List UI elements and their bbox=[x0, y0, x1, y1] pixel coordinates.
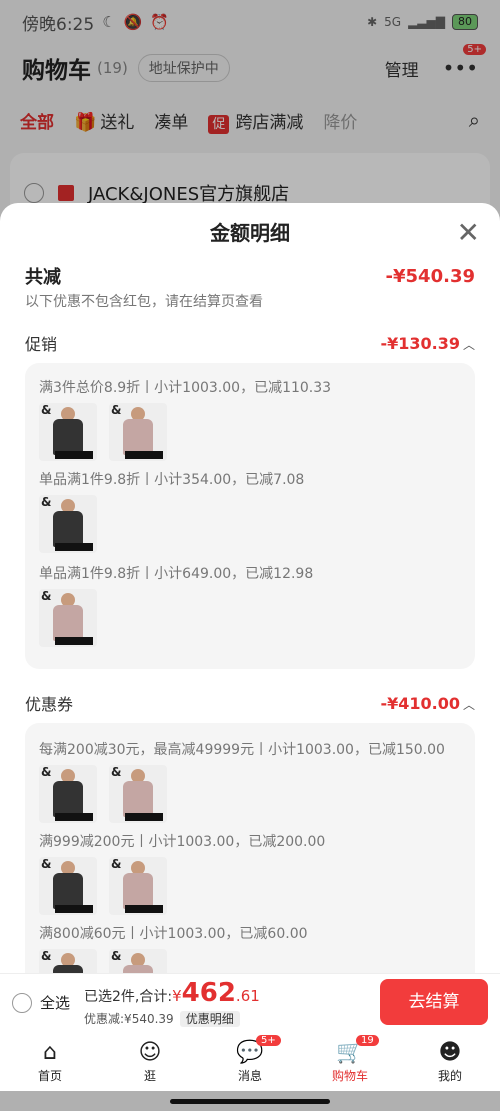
cart-icon: 🛒 bbox=[336, 1040, 364, 1065]
product-thumb-black-shirt: & bbox=[39, 495, 97, 553]
selected-count-text: 已选2件,合计: bbox=[84, 989, 173, 1005]
promo-label: 促销 bbox=[25, 335, 58, 354]
total-price-decimal: .61 bbox=[235, 987, 260, 1005]
coupon-amount: -¥410.00 bbox=[380, 693, 460, 713]
sheet-title: 金额明细 bbox=[210, 221, 290, 245]
product-thumb-pink-jacket: & bbox=[109, 857, 167, 915]
promo-line-1: 满3件总价8.9折丨小计1003.00，已减110.33 bbox=[39, 380, 332, 396]
home-indicator[interactable] bbox=[170, 1099, 330, 1104]
total-summary: 已选2件,合计:¥462.61 优惠减:¥540.39 优惠明细 bbox=[84, 978, 260, 1027]
currency-symbol: ¥ bbox=[172, 987, 182, 1005]
tab-home[interactable]: ⌂ 首页 bbox=[0, 1031, 100, 1091]
tab-browse-label: 逛 bbox=[143, 1069, 156, 1083]
total-discount-row: 共减 -¥540.39 bbox=[25, 263, 475, 289]
bottom-tab-bar: ⌂ 首页 ☺ 逛 💬 5+ 消息 🛒 19 购物车 ☻ 我的 bbox=[0, 1031, 500, 1091]
close-icon[interactable]: ✕ bbox=[457, 219, 480, 247]
coupon-label: 优惠券 bbox=[25, 695, 74, 714]
browse-face-icon: ☺ bbox=[138, 1040, 162, 1065]
coupon-line-2: 满999减200元丨小计1003.00，已减200.00 bbox=[39, 834, 326, 850]
total-discount-label: 共减 bbox=[25, 267, 61, 288]
checkout-button[interactable]: 去结算 bbox=[380, 979, 488, 1025]
promo-amount: -¥130.39 bbox=[380, 333, 460, 353]
tab-cart-label: 购物车 bbox=[331, 1069, 368, 1083]
product-thumb-black-shirt: & bbox=[39, 403, 97, 461]
product-thumb-black-shirt: & bbox=[39, 765, 97, 823]
coupon-line-3: 满800减60元丨小计1003.00，已减60.00 bbox=[39, 926, 308, 942]
tab-browse[interactable]: ☺ 逛 bbox=[100, 1031, 200, 1091]
total-discount-amount: -¥540.39 bbox=[385, 265, 475, 287]
select-all-label[interactable]: 全选 bbox=[40, 992, 70, 1013]
discount-summary: 优惠减:¥540.39 bbox=[84, 1012, 174, 1026]
tab-me-label: 我的 bbox=[437, 1069, 462, 1083]
discount-note: 以下优惠不包含红包，请在结算页查看 bbox=[25, 294, 263, 310]
product-thumb-pink-jacket: & bbox=[109, 403, 167, 461]
select-all-checkbox[interactable] bbox=[12, 992, 32, 1013]
user-icon: ☻ bbox=[438, 1040, 462, 1065]
tab-messages-label: 消息 bbox=[237, 1069, 262, 1083]
coupon-detail-box: 每满200减30元，最高减49999元丨小计1003.00，已减150.00 &… bbox=[25, 723, 475, 973]
tab-me[interactable]: ☻ 我的 bbox=[400, 1031, 500, 1091]
product-thumb-black-shirt: & bbox=[39, 857, 97, 915]
home-icon: ⌂ bbox=[43, 1040, 57, 1065]
tab-cart[interactable]: 🛒 19 购物车 bbox=[300, 1031, 400, 1091]
amount-detail-sheet: 金额明细 ✕ 共减 -¥540.39 以下优惠不包含红包，请在结算页查看 促销 … bbox=[0, 203, 500, 973]
chevron-up-icon: ︿ bbox=[462, 697, 475, 712]
coupon-line-1: 每满200减30元，最高减49999元丨小计1003.00，已减150.00 bbox=[39, 742, 445, 758]
discount-detail-button[interactable]: 优惠明细 bbox=[179, 1011, 240, 1027]
product-thumb-pink-jacket: & bbox=[109, 949, 167, 973]
coupon-section-header[interactable]: 优惠券 -¥410.00 ︿ bbox=[25, 691, 475, 715]
promo-line-3: 单品满1件9.8折丨小计649.00，已减12.98 bbox=[39, 566, 314, 582]
tab-home-label: 首页 bbox=[37, 1069, 62, 1083]
promo-line-2: 单品满1件9.8折丨小计354.00，已减7.08 bbox=[39, 472, 305, 488]
checkout-bar: 全选 已选2件,合计:¥462.61 优惠减:¥540.39 优惠明细 去结算 bbox=[0, 973, 500, 1031]
message-icon: 💬 bbox=[236, 1040, 264, 1065]
product-thumb-pink-jacket: & bbox=[109, 765, 167, 823]
cart-badge: 19 bbox=[356, 1035, 379, 1046]
product-thumb-black-shirt: & bbox=[39, 949, 97, 973]
product-thumb-pink-jacket: & bbox=[39, 589, 97, 647]
promo-section-header[interactable]: 促销 -¥130.39 ︿ bbox=[25, 331, 475, 355]
messages-badge: 5+ bbox=[256, 1035, 281, 1046]
promo-detail-box: 满3件总价8.9折丨小计1003.00，已减110.33 & & 单品满1件9.… bbox=[25, 363, 475, 669]
chevron-up-icon: ︿ bbox=[462, 337, 475, 352]
tab-messages[interactable]: 💬 5+ 消息 bbox=[200, 1031, 300, 1091]
total-price-integer: 462 bbox=[181, 978, 236, 1008]
